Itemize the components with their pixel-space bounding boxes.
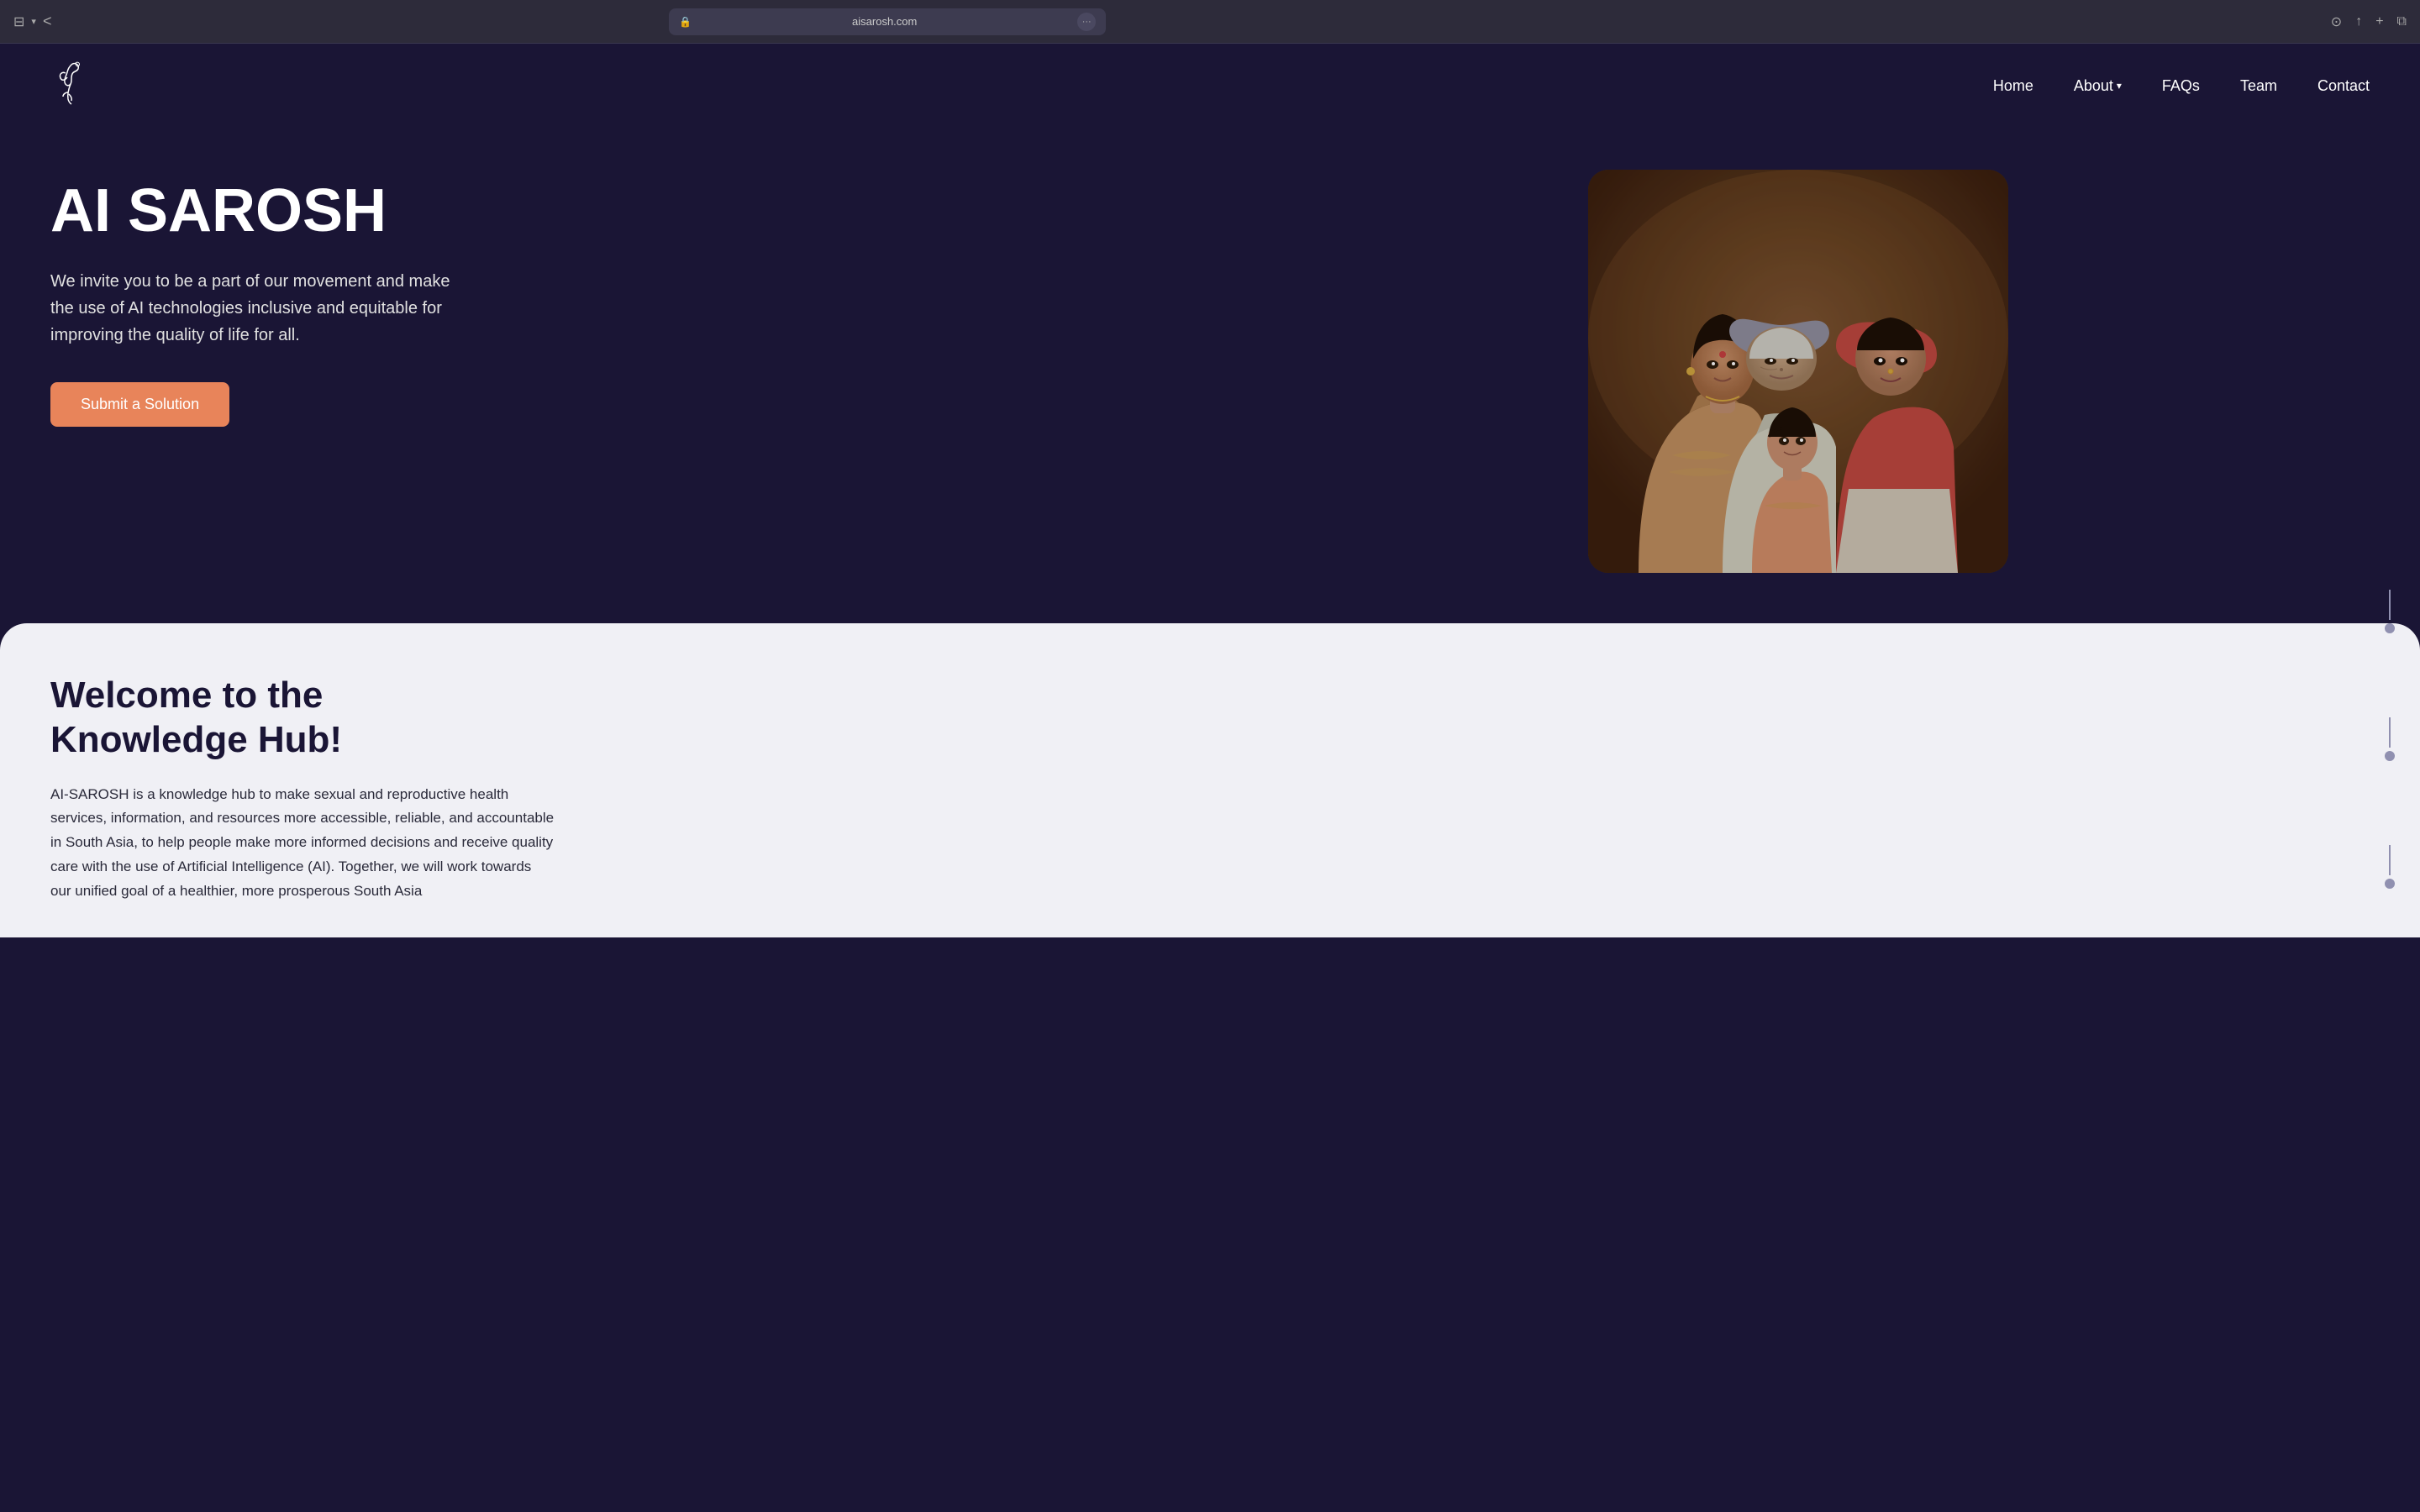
hero-image-svg bbox=[1588, 170, 2008, 573]
navbar: Home About ▾ FAQs Team Contact bbox=[0, 44, 2420, 128]
nav-home[interactable]: Home bbox=[1993, 77, 2033, 95]
hero-image bbox=[1588, 170, 2008, 573]
browser-actions: ⊙ ↑ + ⧉ bbox=[2331, 13, 2407, 30]
tab-dropdown-icon[interactable]: ▾ bbox=[31, 16, 36, 27]
hero-section: AI SAROSH We invite you to be a part of … bbox=[0, 128, 2420, 573]
submit-solution-button[interactable]: Submit a Solution bbox=[50, 382, 229, 427]
browser-controls: ⊟ ▾ < bbox=[13, 13, 51, 30]
site-logo-icon bbox=[50, 60, 92, 111]
nav-team[interactable]: Team bbox=[2240, 77, 2277, 95]
browser-chrome: ⊟ ▾ < 🔒 aisarosh.com ··· ⊙ ↑ + ⧉ bbox=[0, 0, 2420, 44]
knowledge-hub-description: AI-SAROSH is a knowledge hub to make sex… bbox=[50, 783, 555, 904]
knowledge-hub-section: Welcome to the Knowledge Hub! AI-SAROSH … bbox=[0, 623, 2420, 937]
lock-icon: 🔒 bbox=[679, 16, 692, 28]
tabs-icon[interactable]: ⧉ bbox=[2397, 14, 2407, 29]
back-button-icon[interactable]: < bbox=[43, 13, 52, 30]
hero-title: AI SAROSH bbox=[50, 178, 1193, 244]
share-icon[interactable]: ↑ bbox=[2355, 14, 2362, 29]
downloads-icon[interactable]: ⊙ bbox=[2331, 13, 2342, 30]
knowledge-hub-title: Welcome to the Knowledge Hub! bbox=[50, 674, 370, 763]
scroll-dot-3 bbox=[2385, 879, 2395, 889]
new-tab-icon[interactable]: + bbox=[2375, 14, 2383, 29]
nav-contact[interactable]: Contact bbox=[2317, 77, 2370, 95]
sidebar-toggle-icon[interactable]: ⊟ bbox=[13, 13, 24, 30]
nav-links: Home About ▾ FAQs Team Contact bbox=[1993, 77, 2370, 95]
nav-about[interactable]: About ▾ bbox=[2074, 77, 2122, 95]
hero-image-area bbox=[1227, 161, 2370, 573]
scroll-dot-2 bbox=[2385, 751, 2395, 761]
url-text: aisarosh.com bbox=[698, 15, 1071, 28]
about-dropdown-icon: ▾ bbox=[2117, 80, 2122, 92]
scroll-indicators bbox=[2385, 623, 2395, 889]
scroll-dot-1 bbox=[2385, 623, 2395, 633]
page-content: Home About ▾ FAQs Team Contact AI SAROSH… bbox=[0, 44, 2420, 1512]
address-options-icon[interactable]: ··· bbox=[1077, 13, 1096, 31]
hero-subtitle: We invite you to be a part of our moveme… bbox=[50, 268, 454, 349]
address-bar[interactable]: 🔒 aisarosh.com ··· bbox=[669, 8, 1106, 35]
nav-faqs[interactable]: FAQs bbox=[2162, 77, 2200, 95]
logo-area[interactable] bbox=[50, 60, 92, 111]
hero-content-left: AI SAROSH We invite you to be a part of … bbox=[50, 161, 1193, 427]
